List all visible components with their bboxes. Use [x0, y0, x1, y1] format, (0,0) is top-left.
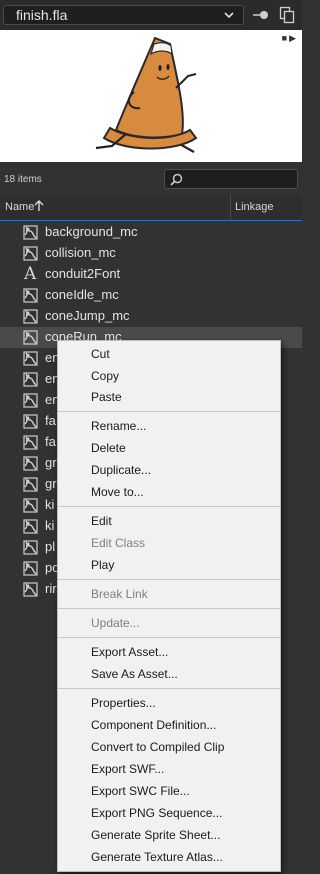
menu-item-export-png-sequence[interactable]: Export PNG Sequence... [91, 806, 222, 820]
movie-clip-icon [23, 477, 38, 492]
movie-clip-icon [23, 414, 38, 429]
font-icon: A [24, 264, 37, 284]
library-item-label: pl [45, 539, 56, 554]
menu-item-edit-class: Edit Class [91, 536, 146, 550]
menu-item-duplicate[interactable]: Duplicate... [91, 463, 151, 477]
pin-icon[interactable] [252, 8, 270, 22]
menu-item-play[interactable]: Play [91, 558, 114, 572]
library-item-label: coneJump_mc [45, 308, 130, 323]
symbol-preview: ■▶ [0, 30, 302, 162]
movie-clip-icon [23, 351, 38, 366]
library-item-label: ki [45, 497, 55, 512]
movie-clip-icon [23, 393, 38, 408]
menu-item-generate-sprite-sheet[interactable]: Generate Sprite Sheet... [91, 828, 220, 842]
search-input[interactable] [164, 169, 298, 189]
duplicate-icon[interactable] [279, 6, 295, 24]
movie-clip-icon [23, 435, 38, 450]
library-item-label: ki [45, 518, 55, 533]
menu-item-update: Update... [91, 616, 140, 630]
menu-item-convert-to-compiled-clip[interactable]: Convert to Compiled Clip [91, 740, 224, 754]
library-item-label: conduit2Font [45, 266, 121, 281]
movie-clip-icon [23, 372, 38, 387]
library-item-label: gr [45, 455, 57, 470]
menu-item-delete[interactable]: Delete [91, 441, 126, 455]
menu-item-cut[interactable]: Cut [91, 347, 110, 361]
library-item[interactable]: coneIdle_mc [0, 285, 302, 306]
menu-separator [58, 506, 280, 507]
item-count: 18 items [4, 174, 42, 185]
movie-clip-icon [23, 456, 38, 471]
menu-item-edit[interactable]: Edit [91, 514, 112, 528]
context-menu: Cut Copy Paste Rename... Delete Duplicat… [57, 340, 281, 872]
movie-clip-icon [23, 246, 38, 261]
menu-item-move-to[interactable]: Move to... [91, 485, 144, 499]
library-item-label: rir [45, 581, 57, 596]
column-divider[interactable] [230, 194, 231, 220]
movie-clip-icon [23, 330, 38, 345]
movie-clip-icon [23, 540, 38, 555]
library-item-label: fa [45, 434, 56, 449]
menu-separator [58, 688, 280, 689]
cone-character-preview [95, 36, 198, 153]
menu-item-break-link: Break Link [91, 587, 148, 601]
library-item-label: gr [45, 476, 57, 491]
chevron-down-icon [224, 12, 234, 19]
document-select-label: finish.fla [16, 7, 68, 23]
movie-clip-icon [23, 498, 38, 513]
menu-item-export-asset[interactable]: Export Asset... [91, 645, 168, 659]
sort-ascending-icon[interactable] [34, 200, 44, 212]
column-linkage-header[interactable]: Linkage [235, 201, 274, 213]
menu-item-export-swc-file[interactable]: Export SWC File... [91, 784, 190, 798]
library-item[interactable]: collision_mc [0, 243, 302, 264]
menu-separator [58, 608, 280, 609]
library-item[interactable]: Aconduit2Font [0, 264, 302, 285]
menu-item-save-as-asset[interactable]: Save As Asset... [91, 667, 178, 681]
library-item-label: fa [45, 413, 56, 428]
menu-separator [58, 411, 280, 412]
movie-clip-icon [23, 309, 38, 324]
column-name-header[interactable]: Name [5, 201, 34, 213]
menu-item-export-swf[interactable]: Export SWF... [91, 762, 164, 776]
library-item-label: coneIdle_mc [45, 287, 119, 302]
menu-item-generate-texture-atlas[interactable]: Generate Texture Atlas... [91, 850, 223, 864]
library-column-header: Name Linkage [0, 194, 302, 221]
preview-play-controls[interactable]: ■▶ [282, 33, 298, 44]
library-item-label: background_mc [45, 224, 138, 239]
movie-clip-icon [23, 582, 38, 597]
menu-item-component-definition[interactable]: Component Definition... [91, 718, 216, 732]
movie-clip-icon [23, 225, 38, 240]
library-item-label: collision_mc [45, 245, 116, 260]
menu-separator [58, 579, 280, 580]
menu-separator [58, 637, 280, 638]
search-icon [170, 173, 183, 186]
menu-item-paste[interactable]: Paste [91, 390, 122, 404]
library-info-row: 18 items [0, 162, 302, 194]
movie-clip-icon [23, 561, 38, 576]
menu-item-rename[interactable]: Rename... [91, 419, 146, 433]
library-item[interactable]: coneJump_mc [0, 306, 302, 327]
menu-item-copy[interactable]: Copy [91, 369, 119, 383]
movie-clip-icon [23, 519, 38, 534]
menu-item-properties[interactable]: Properties... [91, 696, 156, 710]
movie-clip-icon [23, 288, 38, 303]
library-item[interactable]: background_mc [0, 222, 302, 243]
library-toolbar: finish.fla [0, 0, 302, 30]
document-select[interactable]: finish.fla [3, 5, 244, 25]
